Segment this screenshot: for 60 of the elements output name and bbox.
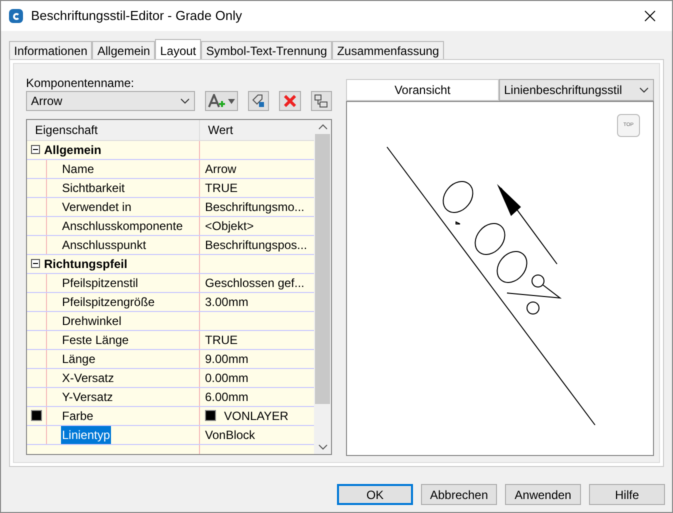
- property-value: 6.00mm: [205, 388, 248, 406]
- add-text-icon: [208, 94, 226, 108]
- property-name[interactable]: Linientyp: [61, 426, 112, 444]
- property-value: Beschriftungspos...: [205, 236, 308, 254]
- delete-button[interactable]: [279, 91, 301, 111]
- tab[interactable]: Allgemein: [92, 41, 156, 59]
- collapse-toggle[interactable]: [31, 259, 40, 268]
- property-name[interactable]: Sichtbarkeit: [61, 178, 126, 197]
- preview-tab[interactable]: Voransicht: [346, 79, 499, 101]
- property-value: Arrow: [205, 160, 236, 178]
- tab[interactable]: Zusammenfassung: [332, 41, 444, 59]
- dialog-button[interactable]: OK: [337, 484, 413, 505]
- style-dropdown[interactable]: Linienbeschriftungsstil: [499, 79, 654, 101]
- column-header[interactable]: Wert: [200, 120, 314, 140]
- scrollbar[interactable]: [314, 120, 331, 454]
- tag-copy-icon: [251, 94, 266, 108]
- component-dropdown[interactable]: Arrow: [26, 91, 195, 111]
- property-value: Beschriftungsmo...: [205, 198, 304, 216]
- property-value: Geschlossen gef...: [205, 274, 304, 292]
- property-name[interactable]: Anschlusspunkt: [61, 236, 148, 254]
- tab[interactable]: Symbol-Text-Trennung: [201, 41, 332, 59]
- group-label: Allgemein: [44, 142, 102, 159]
- component-label: Komponentenname:: [26, 75, 136, 90]
- property-name[interactable]: Länge: [61, 350, 96, 368]
- app-icon: [9, 9, 23, 23]
- close-icon[interactable]: [644, 10, 656, 22]
- property-name[interactable]: Farbe: [61, 406, 94, 425]
- add-text-button[interactable]: [204, 91, 238, 111]
- dialog-button[interactable]: Anwenden: [505, 484, 581, 505]
- property-value: 3.00mm: [205, 294, 248, 311]
- group-label: Richtungspfeil: [44, 256, 128, 273]
- chevron-down-icon: [180, 98, 190, 104]
- property-value: TRUE: [205, 180, 238, 197]
- layout-button[interactable]: [310, 91, 332, 111]
- property-value: 0.00mm: [205, 370, 248, 387]
- dialog-button[interactable]: Abbrechen: [421, 484, 497, 505]
- property-name[interactable]: X-Versatz: [61, 368, 116, 387]
- property-value: <Objekt>: [205, 218, 254, 235]
- column-header[interactable]: Eigenschaft: [27, 120, 200, 140]
- property-name[interactable]: Feste Länge: [61, 330, 130, 349]
- property-value: VonBlock: [205, 426, 256, 444]
- dialog-button[interactable]: Hilfe: [589, 484, 665, 505]
- copy-button[interactable]: [248, 91, 270, 111]
- property-name[interactable]: Y-Versatz: [61, 388, 114, 406]
- property-value: 9.00mm: [205, 350, 248, 368]
- tab[interactable]: Layout: [155, 39, 202, 59]
- tab[interactable]: Informationen: [9, 41, 92, 59]
- chevron-down-icon: [639, 87, 649, 93]
- caret-icon: [228, 98, 235, 104]
- delete-icon: [284, 95, 296, 107]
- property-name[interactable]: Name: [61, 160, 96, 178]
- collapse-toggle[interactable]: [31, 145, 40, 154]
- property-value: VONLAYER: [224, 408, 288, 425]
- property-name[interactable]: Pfeilspitzenstil: [61, 274, 140, 292]
- property-value: TRUE: [205, 332, 238, 349]
- property-name[interactable]: Verwendet in: [61, 198, 132, 216]
- property-name[interactable]: Anschlusskomponente: [61, 216, 184, 235]
- property-name[interactable]: Pfeilspitzengröße: [61, 292, 156, 311]
- layout-icon: [314, 94, 328, 108]
- window-title: Beschriftungsstil-Editor - Grade Only: [31, 7, 242, 26]
